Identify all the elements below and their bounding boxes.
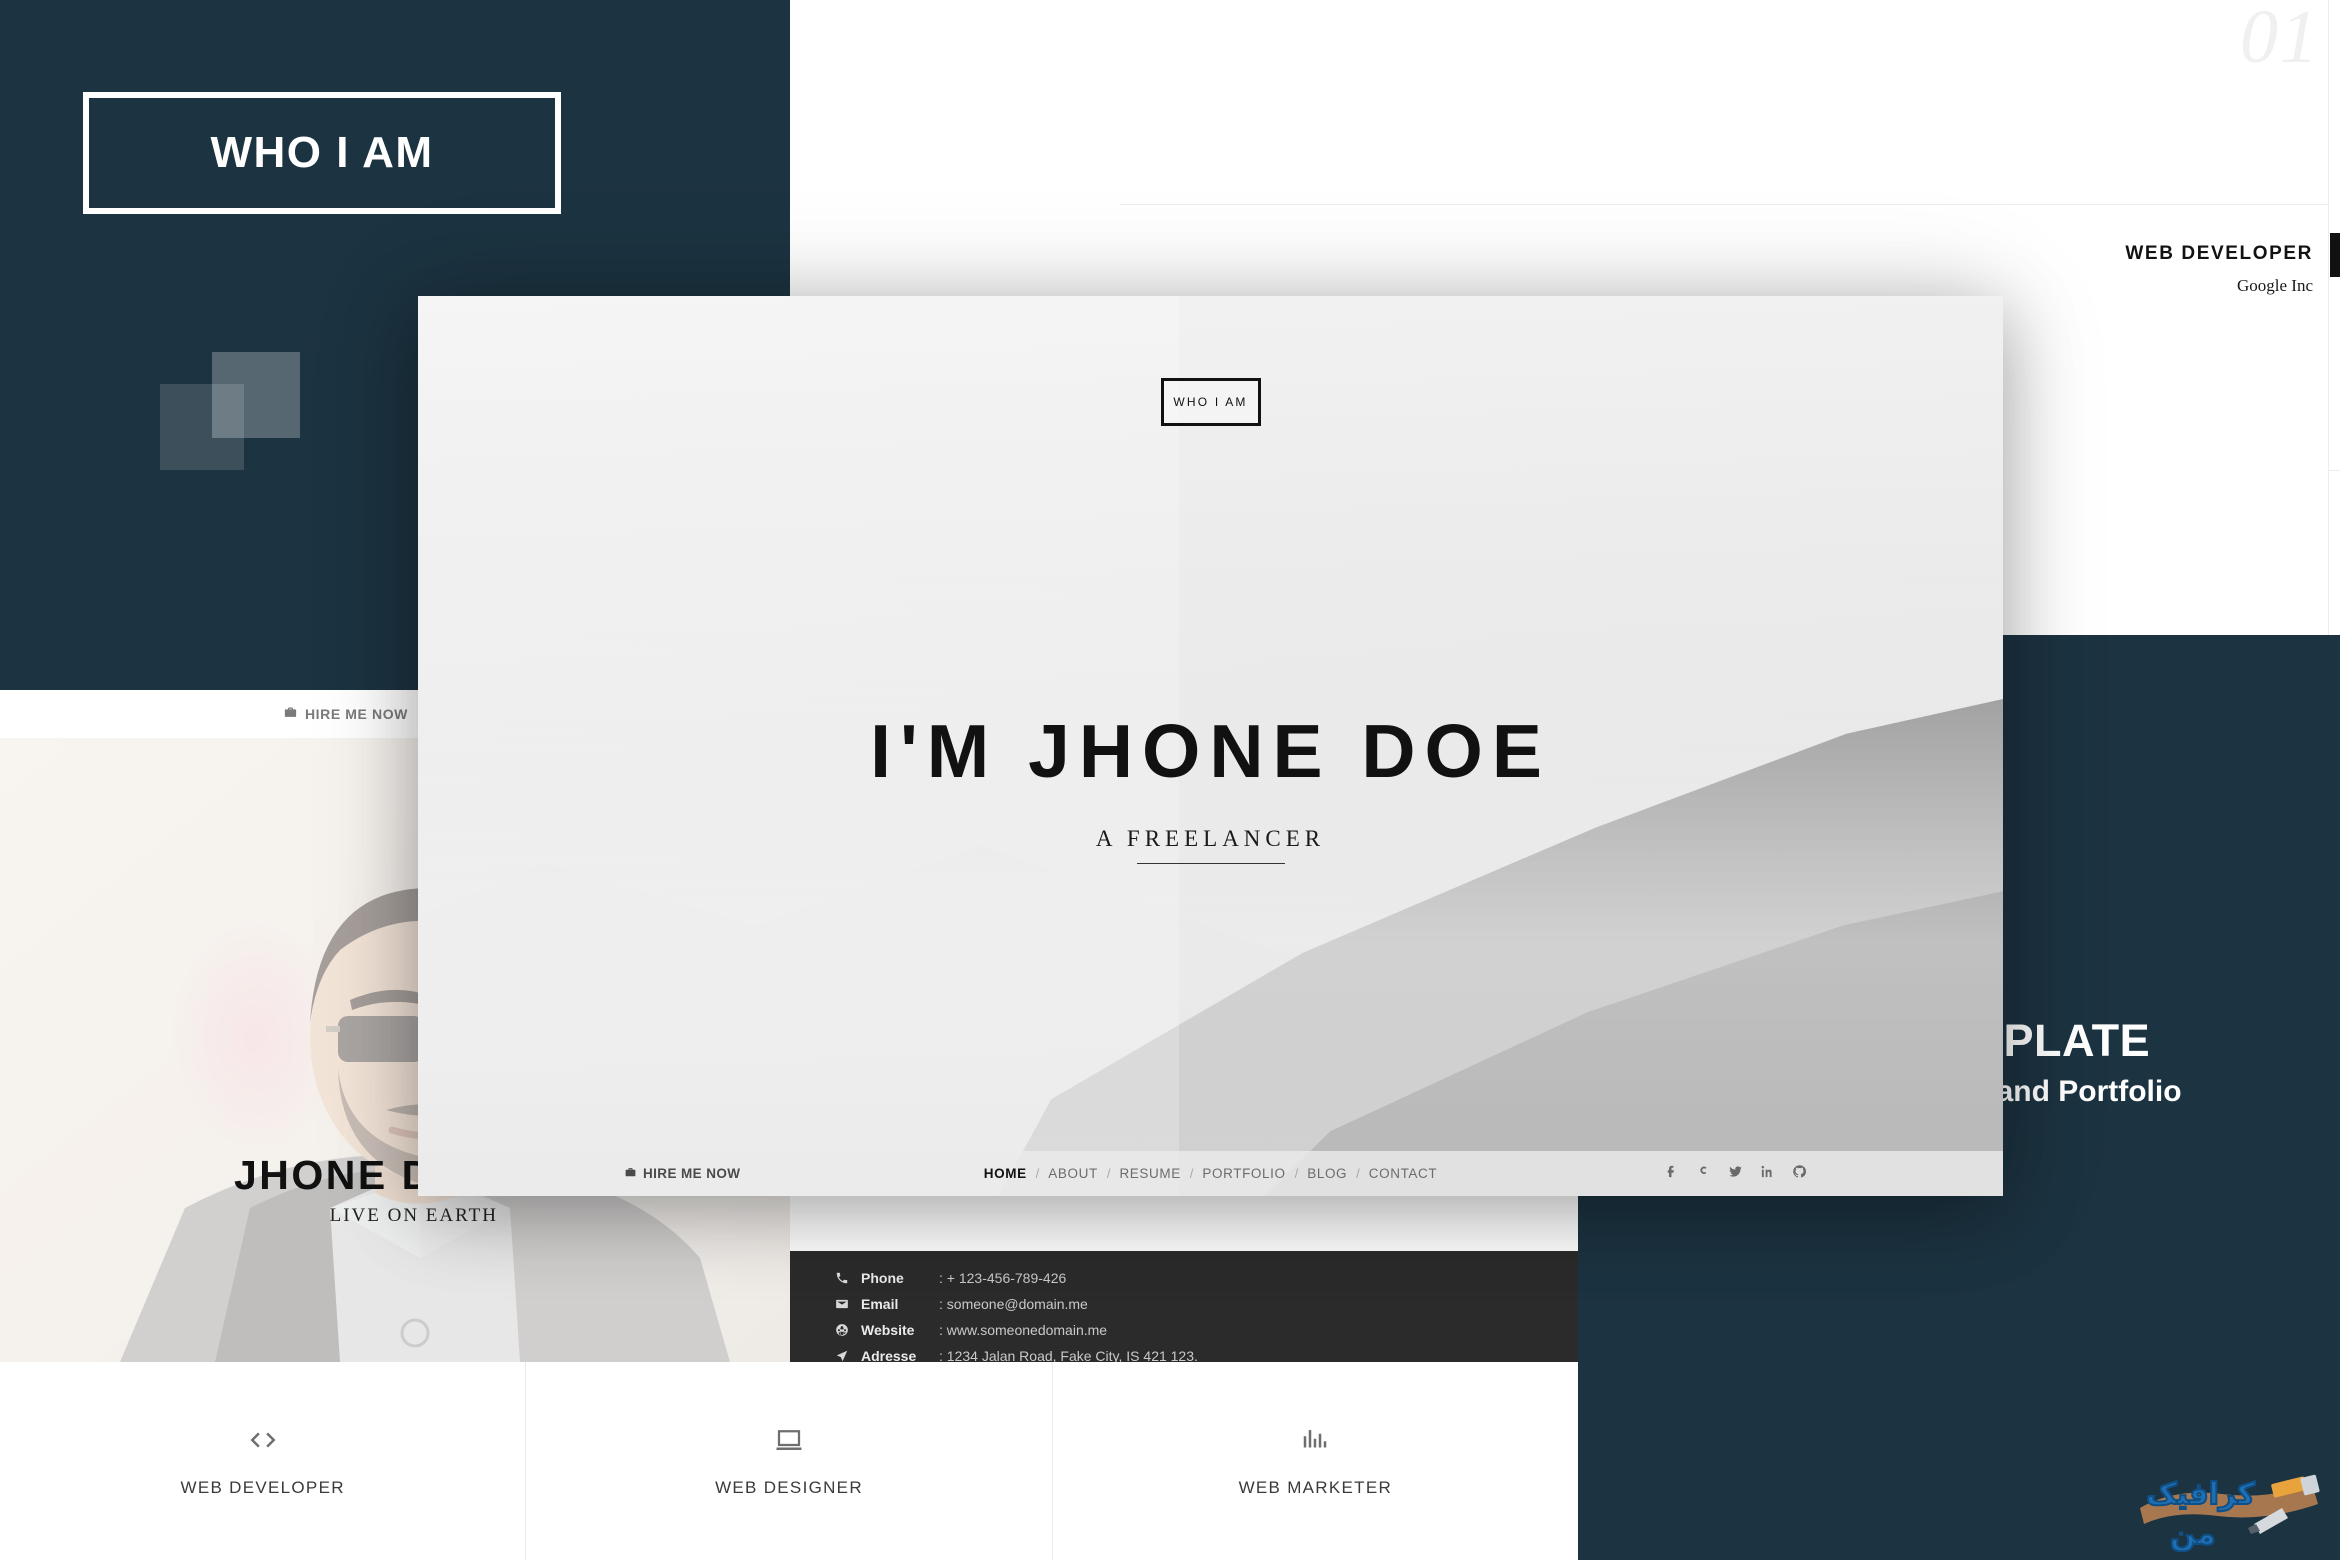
hero-who-i-am-badge: WHO I AM xyxy=(1160,378,1261,426)
phone-icon xyxy=(835,1271,861,1285)
contact-label-email: Email xyxy=(861,1296,899,1312)
hero-subtitle: A FREELANCER xyxy=(1095,826,1326,851)
nav-item-resume[interactable]: RESUME xyxy=(1119,1166,1180,1181)
hero-subtitle-underline xyxy=(1136,863,1285,864)
service-label-web-marketer: WEB MARKETER xyxy=(1238,1477,1393,1497)
timeline-axis xyxy=(2328,0,2329,640)
poster-canvas: WHO I AM 01 WEB DESIGN Google Inc Lorem … xyxy=(0,0,2340,1560)
contact-label-phone: Phone xyxy=(861,1270,904,1286)
timeline-number-01: 01 xyxy=(2240,0,2320,79)
linkedin-icon[interactable] xyxy=(1760,1164,1775,1184)
profile-tagline: LIVE ON EARTH xyxy=(329,1205,498,1226)
hero-hire-me-now-button[interactable]: HIRE ME NOW xyxy=(624,1166,740,1182)
hero-navbar: HIRE ME NOW HOME / ABOUT / RESUME / PORT… xyxy=(418,1151,2003,1196)
globe-icon xyxy=(835,1323,861,1337)
nav-item-about[interactable]: ABOUT xyxy=(1048,1166,1098,1181)
contact-value-email: : someone@domain.me xyxy=(939,1296,1088,1312)
twitter-icon[interactable] xyxy=(1728,1164,1743,1184)
nav-separator: / xyxy=(1106,1166,1111,1181)
service-web-marketer[interactable]: WEB MARKETER xyxy=(1053,1362,1578,1560)
hero-social-links xyxy=(1664,1164,1807,1184)
hero-overlay-card: WHO I AM I'M JHONE DOE A FREELANCER HIRE… xyxy=(418,296,2003,1196)
briefcase-icon xyxy=(283,705,298,723)
nav-item-contact[interactable]: CONTACT xyxy=(1369,1166,1437,1181)
hire-me-now-button[interactable]: HIRE ME NOW xyxy=(283,705,408,723)
who-i-am-badge-large: WHO I AM xyxy=(83,92,561,214)
envelope-icon xyxy=(835,1297,861,1311)
github-icon[interactable] xyxy=(1792,1164,1807,1184)
contact-value-phone: : + 123-456-789-426 xyxy=(939,1270,1067,1286)
google-plus-icon[interactable] xyxy=(1696,1164,1711,1184)
contact-label-website: Website xyxy=(861,1322,915,1338)
contact-value-address: : 1234 Jalan Road, Fake City, IS 421 123… xyxy=(939,1348,1198,1362)
who-i-am-badge-large-label: WHO I AM xyxy=(210,128,434,177)
contact-row-address: Adresse : 1234 Jalan Road, Fake City, IS… xyxy=(835,1343,1198,1362)
hero-who-i-am-label: WHO I AM xyxy=(1173,395,1248,409)
contact-row-phone: Phone : + 123-456-789-426 xyxy=(835,1265,1198,1291)
decorative-square-front xyxy=(212,352,300,438)
laptop-icon xyxy=(774,1425,804,1460)
service-web-developer[interactable]: WEB DEVELOPER xyxy=(0,1362,527,1560)
service-label-web-designer: WEB DESIGNER xyxy=(715,1477,863,1497)
briefcase-icon xyxy=(624,1166,637,1182)
briefcase-icon xyxy=(2330,233,2340,277)
nav-separator: / xyxy=(1356,1166,1360,1181)
decorative-squares xyxy=(160,352,300,470)
timeline-divider-02 xyxy=(2328,470,2340,471)
timeline-title-02: WEB DEVELOPER xyxy=(2125,243,2313,264)
nav-item-portfolio[interactable]: PORTFOLIO xyxy=(1202,1166,1285,1181)
nav-separator: / xyxy=(1294,1166,1299,1181)
contact-row-email: Email : someone@domain.me xyxy=(835,1291,1198,1317)
chart-icon xyxy=(1300,1425,1330,1460)
hero-title: I'M JHONE DOE xyxy=(870,709,1551,793)
timeline-divider-01 xyxy=(1120,204,2328,205)
service-label-web-developer: WEB DEVELOPER xyxy=(180,1477,345,1497)
hire-me-now-label: HIRE ME NOW xyxy=(304,706,408,722)
contact-label-address: Adresse xyxy=(861,1348,917,1362)
nav-item-home[interactable]: HOME xyxy=(984,1166,1027,1181)
svg-text:کرافیک: کرافیک xyxy=(2146,1477,2256,1512)
contact-row-website: Website : www.someonedomain.me xyxy=(835,1317,1198,1343)
services-strip: WEB DEVELOPER WEB DESIGNER WEB MARKETER xyxy=(0,1362,1578,1560)
nav-separator: / xyxy=(1189,1166,1194,1181)
location-icon xyxy=(835,1349,861,1362)
hero-hire-me-now-label: HIRE ME NOW xyxy=(643,1166,741,1181)
contact-value-website: : www.someonedomain.me xyxy=(939,1322,1108,1338)
nav-item-blog[interactable]: BLOG xyxy=(1307,1166,1347,1181)
facebook-icon[interactable] xyxy=(1664,1164,1679,1184)
hero-subtitle-block: A FREELANCER xyxy=(418,826,2003,864)
hero-nav-menu: HOME / ABOUT / RESUME / PORTFOLIO / BLOG… xyxy=(984,1166,1437,1181)
service-web-designer[interactable]: WEB DESIGNER xyxy=(526,1362,1053,1560)
timeline-company-02: Google Inc xyxy=(2236,276,2313,295)
nav-separator: / xyxy=(1035,1166,1040,1181)
code-icon xyxy=(248,1425,278,1460)
contact-panel: Phone : + 123-456-789-426 Email : someon… xyxy=(790,1251,1578,1362)
contact-list: Phone : + 123-456-789-426 Email : someon… xyxy=(835,1265,1198,1362)
graphicman-logo: کرافیک من xyxy=(2126,1464,2326,1556)
svg-text:من: من xyxy=(2170,1517,2216,1552)
